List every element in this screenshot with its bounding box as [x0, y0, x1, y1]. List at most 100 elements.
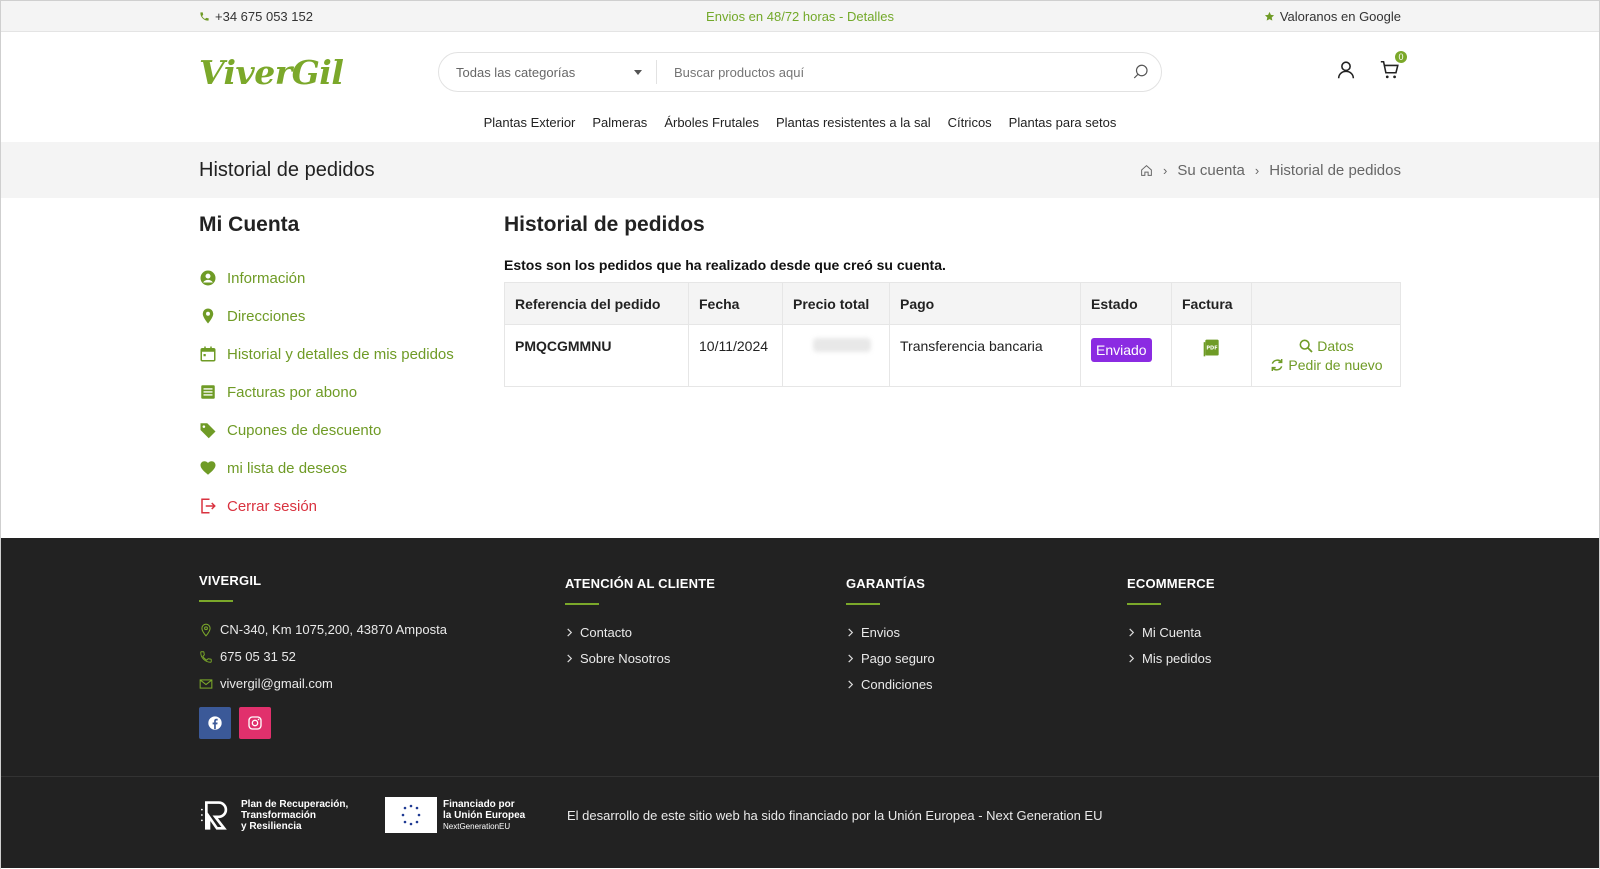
header: ViverGil Todas las categorías 0	[1, 32, 1599, 112]
footer-link[interactable]: Envios	[846, 619, 1127, 645]
caret-down-icon	[634, 69, 642, 75]
home-icon[interactable]	[1140, 164, 1153, 177]
orders-intro: Estos son los pedidos que ha realizado d…	[504, 257, 946, 273]
nav-item[interactable]: Cítricos	[948, 115, 992, 130]
sidebar-item-label: Información	[227, 269, 306, 287]
funding-note: El desarrollo de este sitio web ha sido …	[567, 807, 1103, 823]
footer-col-customer-service: ATENCIÓN AL CLIENTE Contacto Sobre Nosot…	[565, 576, 846, 776]
sidebar-item-vouchers[interactable]: Cupones de descuento	[199, 411, 504, 449]
breadcrumb: › Su cuenta › Historial de pedidos	[1140, 162, 1401, 179]
sidebar-item-addresses[interactable]: Direcciones	[199, 297, 504, 335]
phone-icon	[200, 650, 212, 663]
breadcrumb-item-current: Historial de pedidos	[1269, 161, 1401, 179]
prtr-logo: Plan de Recuperación, Transformación y R…	[199, 799, 385, 832]
topbar-promo[interactable]: Envios en 48/72 horas - Detalles	[706, 9, 894, 24]
footer-title-underline	[846, 603, 880, 605]
topbar-google-rating[interactable]: Valoranos en Google	[1264, 9, 1401, 24]
category-select[interactable]: Todas las categorías	[439, 60, 657, 84]
nav-item[interactable]: Plantas para setos	[1009, 115, 1117, 130]
footer-col-title: VIVERGIL	[199, 573, 262, 588]
footer-link[interactable]: Condiciones	[846, 671, 1127, 697]
sidebar-item-logout[interactable]: Cerrar sesión	[199, 487, 504, 525]
footer-link[interactable]: Mis pedidos	[1127, 645, 1215, 671]
search-button[interactable]	[1121, 63, 1161, 81]
search-box: Todas las categorías	[438, 52, 1162, 92]
page-title-band: Historial de pedidos › Su cuenta › Histo…	[1, 142, 1599, 198]
topbar-phone[interactable]: +34 675 053 152	[199, 9, 313, 24]
prtr-line: Plan de Recuperación,	[241, 798, 349, 810]
nav-item[interactable]: Plantas Exterior	[484, 115, 576, 130]
nav-item[interactable]: Palmeras	[592, 115, 647, 130]
instagram-icon	[248, 716, 262, 730]
footer-col-title: ATENCIÓN AL CLIENTE	[565, 576, 716, 591]
sidebar-item-information[interactable]: Información	[199, 259, 504, 297]
footer-link[interactable]: Pago seguro	[846, 645, 1127, 671]
user-circle-icon	[200, 270, 216, 286]
order-reorder-link[interactable]: Pedir de nuevo	[1269, 357, 1383, 373]
breadcrumb-separator: ›	[1163, 162, 1168, 178]
breadcrumb-item-account[interactable]: Su cuenta	[1177, 162, 1245, 179]
col-header-total: Precio total	[782, 282, 890, 325]
footer-link-label: Condiciones	[861, 676, 933, 692]
footer-email[interactable]: vivergil@gmail.com	[199, 670, 565, 697]
footer-col-guarantees: GARANTÍAS Envios Pago seguro Condiciones	[846, 576, 1127, 776]
topbar-phone-text: +34 675 053 152	[215, 9, 313, 24]
footer-link[interactable]: Mi Cuenta	[1127, 619, 1215, 645]
footer-phone[interactable]: 675 05 31 52	[199, 643, 565, 670]
col-header-payment: Pago	[889, 282, 1081, 325]
search-icon	[1299, 339, 1313, 353]
table-row: PMQCGMMNU 10/11/2024 Transferencia banca…	[504, 324, 1401, 387]
footer-link-label: Contacto	[580, 624, 633, 640]
footer-col-company: VIVERGIL CN-340, Km 1075,200, 43870 Ampo…	[199, 573, 565, 776]
chevron-right-icon	[567, 653, 573, 663]
orders-main: Historial de pedidos Estos son los pedid…	[504, 213, 1401, 525]
star-icon	[1264, 11, 1274, 21]
top-bar: +34 675 053 152 Envios en 48/72 horas - …	[1, 1, 1599, 32]
account-sidebar: Mi Cuenta Información Direcciones Histor…	[199, 213, 504, 525]
account-button[interactable]	[1335, 59, 1357, 86]
col-header-invoice: Factura	[1171, 282, 1252, 325]
sidebar-item-label: Cupones de descuento	[227, 421, 382, 439]
cart-button[interactable]: 0	[1379, 50, 1407, 86]
chevron-right-icon	[567, 627, 573, 637]
order-actions-cell: Datos Pedir de nuevo	[1251, 324, 1401, 387]
nav-item[interactable]: Árboles Frutales	[664, 115, 759, 130]
footer-bottom: Plan de Recuperación, Transformación y R…	[1, 776, 1599, 868]
map-pin-icon	[202, 308, 214, 324]
logo[interactable]: ViverGil	[199, 53, 438, 92]
sidebar-item-label: Cerrar sesión	[227, 497, 318, 515]
topbar-google-text: Valoranos en Google	[1279, 9, 1401, 24]
logout-icon	[201, 498, 216, 514]
prtr-line: y Resiliencia	[241, 820, 302, 832]
search-input[interactable]	[657, 64, 1121, 80]
order-status-cell: Enviado	[1080, 324, 1172, 387]
heart-icon	[200, 461, 216, 475]
order-details-link[interactable]: Datos	[1298, 338, 1354, 354]
sidebar-item-label: Historial y detalles de mis pedidos	[227, 345, 454, 363]
footer-address: CN-340, Km 1075,200, 43870 Amposta	[199, 616, 565, 643]
nav-item[interactable]: Plantas resistentes a la sal	[776, 115, 931, 130]
facebook-button[interactable]	[199, 707, 231, 739]
pdf-icon[interactable]: PDF	[1202, 338, 1222, 358]
cart-count-badge: 0	[1395, 50, 1407, 63]
tag-icon	[200, 423, 216, 439]
prtr-line: Transformación	[241, 809, 317, 821]
col-header-status: Estado	[1080, 282, 1172, 325]
footer-link[interactable]: Sobre Nosotros	[565, 645, 846, 671]
header-icons: 0	[1335, 50, 1407, 86]
eu-line: la Unión Europea	[443, 809, 526, 821]
orders-title: Historial de pedidos	[504, 213, 705, 236]
instagram-button[interactable]	[239, 707, 271, 739]
chevron-right-icon	[848, 679, 854, 689]
footer-col-title: ECOMMERCE	[1127, 576, 1215, 591]
social-links	[199, 707, 565, 739]
footer-link[interactable]: Contacto	[565, 619, 846, 645]
page: +34 675 053 152 Envios en 48/72 horas - …	[0, 0, 1600, 869]
eu-logo: Financiado por la Unión Europea NextGene…	[385, 797, 565, 833]
order-reorder-label: Pedir de nuevo	[1288, 357, 1383, 373]
footer-phone-text: 675 05 31 52	[220, 649, 296, 664]
sidebar-item-credit-slips[interactable]: Facturas por abono	[199, 373, 504, 411]
orders-table-header: Referencia del pedido Fecha Precio total…	[504, 282, 1401, 325]
sidebar-item-order-history[interactable]: Historial y detalles de mis pedidos	[199, 335, 504, 373]
sidebar-item-wishlist[interactable]: mi lista de deseos	[199, 449, 504, 487]
